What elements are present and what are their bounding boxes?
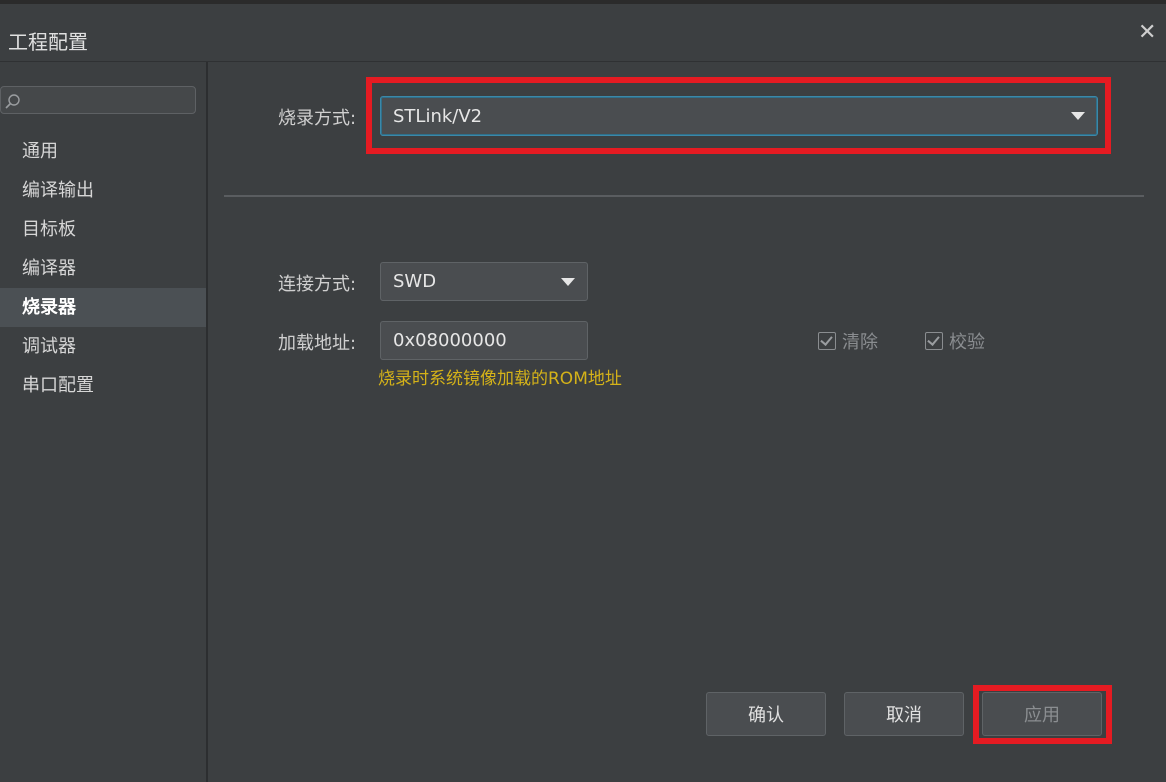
search-icon [5, 94, 20, 109]
sidebar-item-compiler[interactable]: 编译器 [0, 249, 206, 288]
chevron-down-icon [561, 277, 575, 286]
sidebar-divider [206, 62, 208, 782]
sidebar-item-build-output[interactable]: 编译输出 [0, 171, 206, 210]
sidebar-nav: 通用 编译输出 目标板 编译器 烧录器 调试器 串口配置 [0, 132, 206, 405]
cancel-button[interactable]: 取消 [844, 692, 964, 736]
erase-checkbox-label: 清除 [842, 332, 878, 353]
load-address-hint: 烧录时系统镜像加载的ROM地址 [378, 369, 622, 389]
method-select-value: STLink/V2 [393, 105, 483, 127]
erase-checkbox[interactable]: 清除 [818, 328, 878, 354]
checkbox-checked-icon [818, 332, 836, 350]
chevron-down-icon [1071, 112, 1085, 120]
section-divider [224, 195, 1144, 197]
dialog-titlebar: 工程配置 ✕ [0, 4, 1166, 61]
load-address-input[interactable]: 0x08000000 [380, 321, 588, 360]
sidebar-item-serial-config[interactable]: 串口配置 [0, 366, 206, 405]
sidebar-item-programmer[interactable]: 烧录器 [0, 288, 206, 327]
checkbox-checked-icon [925, 332, 943, 350]
dialog-title: 工程配置 [8, 30, 88, 54]
verify-checkbox-label: 校验 [949, 332, 985, 353]
sidebar-item-debugger[interactable]: 调试器 [0, 327, 206, 366]
search-input[interactable] [0, 86, 196, 114]
search-field[interactable] [25, 89, 189, 113]
ok-button[interactable]: 确认 [706, 692, 826, 736]
verify-checkbox[interactable]: 校验 [925, 328, 985, 354]
sidebar-item-target-board[interactable]: 目标板 [0, 210, 206, 249]
sidebar-item-general[interactable]: 通用 [0, 132, 206, 171]
connection-label: 连接方式: [278, 274, 357, 295]
connection-select-value: SWD [393, 271, 437, 292]
apply-button[interactable]: 应用 [982, 692, 1102, 736]
sidebar: 通用 编译输出 目标板 编译器 烧录器 调试器 串口配置 [0, 62, 206, 782]
connection-select[interactable]: SWD [380, 262, 588, 301]
method-label: 烧录方式: [278, 108, 357, 129]
load-address-label: 加载地址: [278, 333, 357, 354]
method-select[interactable]: STLink/V2 [380, 96, 1098, 136]
load-address-value: 0x08000000 [393, 330, 507, 351]
close-icon[interactable]: ✕ [1138, 20, 1156, 45]
